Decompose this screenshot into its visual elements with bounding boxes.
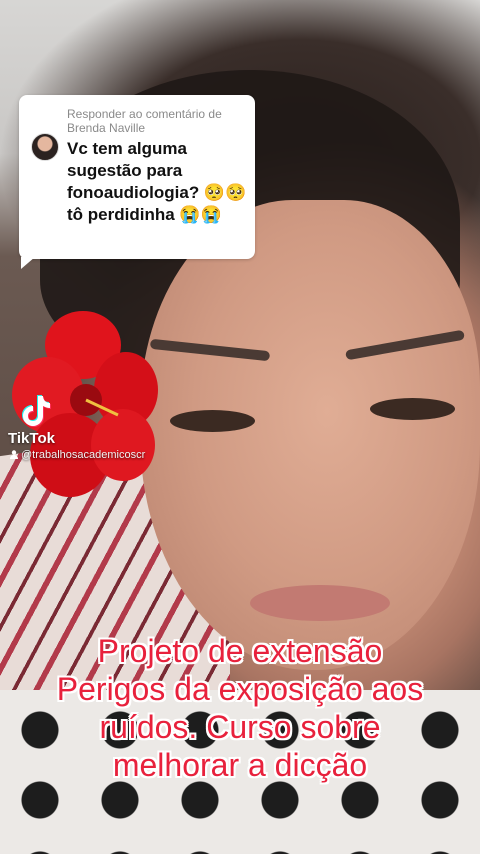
handle-text: @trabalhosacademicoscr — [21, 449, 146, 461]
user-icon — [10, 450, 18, 459]
reply-title: Responder ao comentário de Brenda Navill… — [67, 107, 222, 135]
reply-comment-card[interactable]: Responder ao comentário de Brenda Navill… — [19, 95, 255, 269]
lips — [250, 585, 390, 621]
avatar — [31, 133, 59, 161]
right-eye — [370, 398, 455, 420]
tiktok-brand: TikTok — [8, 430, 55, 447]
video-caption: Projeto de extensão Perigos da exposição… — [0, 632, 480, 784]
left-eye — [170, 410, 255, 432]
tiktok-logo-icon — [22, 395, 51, 427]
creator-handle: @trabalhosacademicoscr — [10, 449, 145, 461]
caption-line: Projeto de extensão — [97, 633, 383, 669]
caption-line: Perigos da exposição aos — [56, 671, 424, 707]
comment-text: Vc tem alguma sugestão para fonoaudiolog… — [67, 139, 247, 224]
caption-line: melhorar a dicção — [112, 747, 368, 783]
caption-line: ruídos. Curso sobre — [99, 709, 381, 745]
